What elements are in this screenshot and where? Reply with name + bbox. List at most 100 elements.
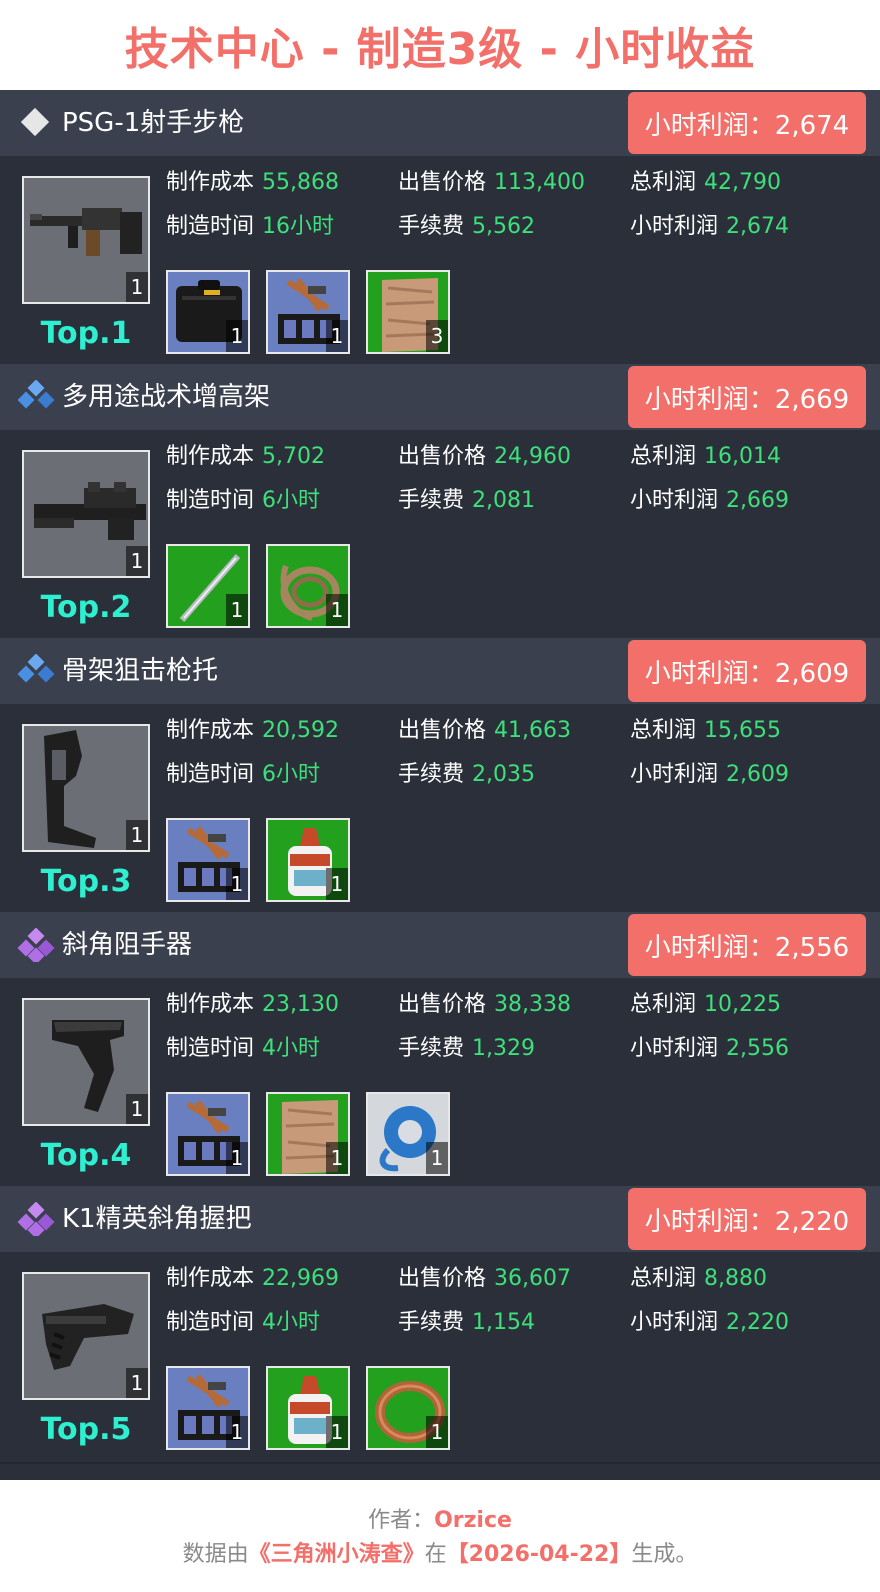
recipe-card: PSG-1射手步枪 小时利润：2,674 1 Top.1 制作成本 55,868 …	[0, 90, 880, 368]
stat-hourly-profit: 小时利润 2,609	[630, 758, 789, 792]
material-quantity: 1	[326, 868, 348, 900]
stat-value: 41,663	[494, 718, 571, 743]
stat-cost: 制作成本 20,592	[166, 714, 339, 748]
stat-value: 2,035	[472, 762, 535, 787]
angled-grip-icon: 1	[22, 1272, 150, 1400]
card-body: 1 Top.4 制作成本 23,130 出售价格 38,338 总利润 10,225 …	[0, 978, 880, 1190]
riser-mount-icon: 1	[22, 450, 150, 578]
weapon-case-icon: 1	[166, 270, 250, 354]
item-quantity: 1	[126, 272, 148, 302]
generated-date: 【2026-04-22】	[446, 1542, 632, 1567]
rank-label: Top.4	[40, 1138, 132, 1173]
stat-value: 2,220	[726, 1310, 789, 1335]
footer: 作者：Orzice 数据由《三角洲小涛查》在【2026-04-22】生成。	[0, 1480, 880, 1592]
stat-value: 6小时	[262, 488, 321, 513]
skeleton-stock-icon: 1	[22, 724, 150, 852]
stat-value: 1,329	[472, 1036, 535, 1061]
stat-label: 制作成本	[166, 444, 255, 469]
material-quantity: 3	[426, 320, 448, 352]
stat-value: 23,130	[262, 992, 339, 1017]
material-quantity: 1	[326, 594, 348, 626]
stat-time: 制造时间 4小时	[166, 1032, 320, 1066]
stat-fee: 手续费 1,329	[398, 1032, 535, 1066]
source-mid: 在	[424, 1542, 447, 1567]
stat-value: 16小时	[262, 214, 335, 239]
stat-time: 制造时间 6小时	[166, 484, 320, 518]
stat-label: 制造时间	[166, 1310, 255, 1335]
stat-value: 42,790	[704, 170, 781, 195]
tool-kit-icon: 1	[166, 1092, 250, 1176]
stat-label: 小时利润	[630, 1036, 719, 1061]
stat-value: 20,592	[262, 718, 339, 743]
tool-kit-icon: 1	[166, 818, 250, 902]
stat-fee: 手续费 2,081	[398, 484, 535, 518]
stat-price: 出售价格 36,607	[398, 1262, 571, 1296]
stat-fee: 手续费 2,035	[398, 758, 535, 792]
copper-wire-icon: 1	[366, 1366, 450, 1450]
stat-label: 小时利润	[630, 1310, 719, 1335]
footer-source-line: 数据由《三角洲小涛查》在【2026-04-22】生成。	[0, 1536, 880, 1568]
stat-label: 制造时间	[166, 488, 255, 513]
stat-cost: 制作成本 23,130	[166, 988, 339, 1022]
stat-value: 36,607	[494, 1266, 571, 1291]
hose-coil-icon: 1	[266, 544, 350, 628]
source-name: 《三角洲小涛查》	[248, 1542, 425, 1567]
stat-label: 手续费	[398, 1036, 465, 1061]
item-quantity: 1	[126, 1368, 148, 1398]
item-name: 骨架狙击枪托	[62, 656, 219, 686]
stat-label: 出售价格	[398, 170, 487, 195]
stat-value: 5,702	[262, 444, 325, 469]
stat-price: 出售价格 24,960	[398, 440, 571, 474]
recipe-list: PSG-1射手步枪 小时利润：2,674 1 Top.1 制作成本 55,868 …	[0, 90, 880, 1480]
stat-fee: 手续费 1,154	[398, 1306, 535, 1340]
stat-time: 制造时间 16小时	[166, 210, 334, 244]
recipe-card: K1精英斜角握把 小时利润：2,220 1 Top.5 制作成本 22,969 出…	[0, 1186, 880, 1464]
stat-value: 5,562	[472, 214, 535, 239]
stat-fee: 手续费 5,562	[398, 210, 535, 244]
stat-value: 6小时	[262, 762, 321, 787]
stat-value: 38,338	[494, 992, 571, 1017]
wood-plank-icon: 1	[266, 1092, 350, 1176]
diamond-cluster-rarity-icon	[16, 379, 56, 414]
stat-label: 制造时间	[166, 1036, 255, 1061]
stat-value: 4小时	[262, 1310, 321, 1335]
stat-label: 制作成本	[166, 992, 255, 1017]
diamond-cluster-rarity-icon	[16, 927, 56, 965]
recipe-card: 多用途战术增高架 小时利润：2,669 1 Top.2 制作成本 5,702 出售…	[0, 364, 880, 642]
card-body: 1 Top.1 制作成本 55,868 出售价格 113,400 总利润 42,790…	[0, 156, 880, 368]
stat-total-profit: 总利润 42,790	[630, 166, 781, 200]
rifle-icon: 1	[22, 176, 150, 304]
angled-handstop-icon: 1	[22, 998, 150, 1126]
stat-label: 总利润	[630, 170, 697, 195]
stat-price: 出售价格 113,400	[398, 166, 585, 200]
stat-label: 小时利润	[630, 762, 719, 787]
stat-label: 制作成本	[166, 718, 255, 743]
stat-value: 2,674	[726, 214, 789, 239]
stat-value: 1,154	[472, 1310, 535, 1335]
stat-label: 手续费	[398, 1310, 465, 1335]
item-name: PSG-1射手步枪	[62, 108, 245, 138]
stat-value: 2,669	[726, 488, 789, 513]
recipe-card: 骨架狙击枪托 小时利润：2,609 1 Top.3 制作成本 20,592 出售价…	[0, 638, 880, 916]
stat-label: 小时利润	[630, 488, 719, 513]
stat-value: 2,556	[726, 1036, 789, 1061]
tool-kit-icon: 1	[266, 270, 350, 354]
source-suffix: 生成。	[631, 1542, 698, 1567]
stat-price: 出售价格 41,663	[398, 714, 571, 748]
stat-label: 出售价格	[398, 444, 487, 469]
stat-label: 出售价格	[398, 992, 487, 1017]
stat-total-profit: 总利润 15,655	[630, 714, 781, 748]
stat-hourly-profit: 小时利润 2,669	[630, 484, 789, 518]
stat-label: 出售价格	[398, 1266, 487, 1291]
stat-value: 2,081	[472, 488, 535, 513]
item-name: K1精英斜角握把	[62, 1204, 252, 1234]
metal-rod-icon: 1	[166, 544, 250, 628]
author-name: Orzice	[434, 1508, 512, 1533]
stat-label: 总利润	[630, 992, 697, 1017]
card-header: 骨架狙击枪托 小时利润：2,609	[0, 638, 880, 704]
card-body: 1 Top.5 制作成本 22,969 出售价格 36,607 总利润 8,880 制…	[0, 1252, 880, 1464]
stat-value: 22,969	[262, 1266, 339, 1291]
stat-label: 手续费	[398, 762, 465, 787]
card-header: K1精英斜角握把 小时利润：2,220	[0, 1186, 880, 1252]
stat-total-profit: 总利润 16,014	[630, 440, 781, 474]
